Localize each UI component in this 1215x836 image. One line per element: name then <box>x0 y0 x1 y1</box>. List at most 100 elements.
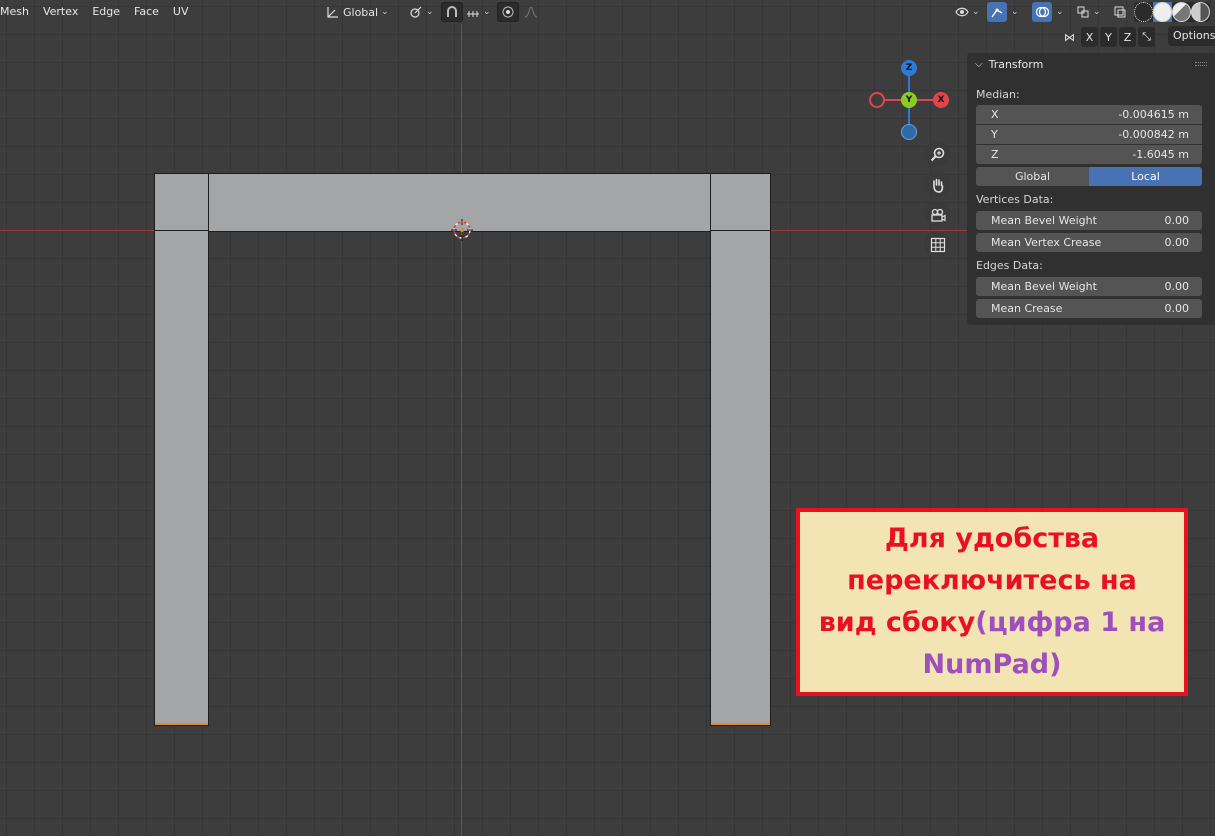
gizmo-neg-z-handle[interactable] <box>901 124 917 140</box>
proportional-falloff-dropdown[interactable] <box>521 2 541 22</box>
snap-target-dropdown[interactable]: ⌄ <box>463 2 494 22</box>
drag-grip-icon[interactable] <box>1195 62 1207 66</box>
median-y-field[interactable]: Y -0.000842 m <box>976 125 1202 144</box>
gizmo-icon <box>990 5 1004 19</box>
mean-crease-field[interactable]: Mean Crease 0.00 <box>976 299 1202 318</box>
annotation-text: Для удобства переключитесь на вид сбоку(… <box>819 518 1166 686</box>
snap-toggle[interactable] <box>441 2 463 22</box>
chevron-down-icon: ⌄ <box>1093 7 1101 17</box>
space-local-button[interactable]: Local <box>1089 167 1202 186</box>
median-x-field[interactable]: X -0.004615 m <box>976 105 1202 124</box>
median-label: Median: <box>976 88 1020 101</box>
xray-toggle[interactable] <box>1110 2 1130 22</box>
options-dropdown[interactable]: Options <box>1168 26 1215 46</box>
mesh-edit-overlays-dropdown[interactable]: ⌄ <box>1073 2 1104 22</box>
mean-crease-value: 0.00 <box>1164 302 1190 315</box>
menu-edge[interactable]: Edge <box>85 1 127 23</box>
pivot-point-dropdown[interactable]: ⌄ <box>406 2 437 22</box>
mesh-select-icon <box>1076 5 1090 19</box>
chevron-down-icon: ⌄ <box>1011 7 1019 17</box>
annotation-line-4: NumPad) <box>922 649 1062 680</box>
gizmo-neg-x-handle[interactable] <box>869 92 885 108</box>
median-y-value: -0.000842 m <box>1118 128 1189 141</box>
median-x-value: -0.004615 m <box>1118 108 1189 121</box>
median-y-label: Y <box>991 128 998 141</box>
transform-panel-header[interactable]: ⌵ Transform <box>975 58 1043 71</box>
gizmo-x-handle[interactable]: X <box>933 92 949 108</box>
mirror-z-button[interactable]: Z <box>1119 27 1136 47</box>
visibility-dropdown[interactable]: ⌄ <box>952 2 983 22</box>
mirror-axis-row: ⋈ X Y Z ⤡ <box>1060 26 1155 48</box>
zoom-icon <box>930 147 945 162</box>
shading-mode-group <box>1134 2 1210 22</box>
selected-edge-left <box>155 723 208 725</box>
gizmo-dropdown[interactable]: ⌄ <box>1008 2 1022 22</box>
menu-face[interactable]: Face <box>127 1 166 23</box>
xray-icon <box>1113 5 1127 19</box>
transform-title: Transform <box>988 58 1044 71</box>
mirror-butterfly-icon: ⋈ <box>1064 30 1075 44</box>
space-global-button[interactable]: Global <box>976 167 1089 186</box>
menu-vertex[interactable]: Vertex <box>36 1 85 23</box>
material-icon <box>1172 2 1191 22</box>
transform-orientation-dropdown[interactable]: Global ⌄ <box>323 2 392 22</box>
mean-vertex-crease-value: 0.00 <box>1164 236 1190 249</box>
mirror-topology-icon[interactable]: ⤡ <box>1138 27 1155 47</box>
chevron-down-icon: ⌄ <box>381 7 389 17</box>
camera-icon <box>930 207 946 222</box>
wireframe-icon <box>1134 2 1153 22</box>
chevron-down-icon: ⌵ <box>975 59 983 70</box>
space-toggle: Global Local <box>976 167 1202 186</box>
hand-icon <box>930 177 944 193</box>
annotation-callout: Для удобства переключитесь на вид сбоку(… <box>796 508 1188 696</box>
3d-cursor-icon[interactable] <box>451 219 473 241</box>
overlays-icon <box>1035 5 1050 19</box>
mean-bevel-weight-edge-field[interactable]: Mean Bevel Weight 0.00 <box>976 277 1202 296</box>
shading-solid[interactable] <box>1153 2 1172 22</box>
annotation-line-3-hint: (цифра 1 на <box>975 607 1166 638</box>
mean-crease-label: Mean Crease <box>991 302 1063 315</box>
mean-bevel-weight-vertex-value: 0.00 <box>1164 214 1190 227</box>
mean-bevel-weight-vertex-field[interactable]: Mean Bevel Weight 0.00 <box>976 211 1202 230</box>
navigation-gizmo[interactable]: Z Y X <box>866 58 952 144</box>
gizmo-toggle[interactable] <box>987 2 1007 22</box>
menu-mesh[interactable]: Mesh <box>0 1 36 23</box>
mean-vertex-crease-label: Mean Vertex Crease <box>991 236 1102 249</box>
mesh-edge-right <box>710 174 711 231</box>
gizmo-y-handle[interactable]: Y <box>901 92 917 108</box>
chevron-down-icon: ⌄ <box>426 7 434 17</box>
chevron-down-icon: ⌄ <box>972 7 980 17</box>
editor-menu: Mesh Vertex Edge Face UV <box>0 0 195 24</box>
transform-panel: ⌵ Transform Median: X -0.004615 m Y -0.0… <box>967 53 1215 325</box>
overlays-toggle[interactable] <box>1032 2 1052 22</box>
shading-rendered[interactable] <box>1191 2 1210 22</box>
grid-icon <box>930 237 946 253</box>
overlays-dropdown[interactable]: ⌄ <box>1053 2 1067 22</box>
gizmo-z-handle[interactable]: Z <box>901 60 917 76</box>
shading-wireframe[interactable] <box>1134 2 1153 22</box>
median-x-label: X <box>991 108 999 121</box>
mean-bevel-weight-vertex-label: Mean Bevel Weight <box>991 214 1097 227</box>
menu-uv[interactable]: UV <box>166 1 196 23</box>
median-z-value: -1.6045 m <box>1132 148 1189 161</box>
camera-view-button[interactable] <box>924 201 950 227</box>
mesh-right-leg[interactable] <box>710 230 771 726</box>
median-z-field[interactable]: Z -1.6045 m <box>976 145 1202 164</box>
annotation-line-2: переключитесь на <box>847 565 1137 596</box>
selected-edge-right <box>711 723 770 725</box>
zoom-button[interactable] <box>924 141 950 167</box>
mean-vertex-crease-field[interactable]: Mean Vertex Crease 0.00 <box>976 233 1202 252</box>
mirror-x-button[interactable]: X <box>1081 27 1098 47</box>
shading-material[interactable] <box>1172 2 1191 22</box>
pan-button[interactable] <box>924 171 950 197</box>
chevron-down-icon: ⌄ <box>1056 7 1064 17</box>
perspective-toggle-button[interactable] <box>924 231 950 257</box>
edges-data-label: Edges Data: <box>976 259 1043 272</box>
mirror-y-button[interactable]: Y <box>1100 27 1117 47</box>
solid-icon <box>1153 2 1172 22</box>
annotation-line-1: Для удобства <box>884 523 1100 554</box>
proportional-editing-toggle[interactable] <box>497 2 519 22</box>
orientation-label: Global <box>343 5 379 19</box>
mean-bevel-weight-edge-label: Mean Bevel Weight <box>991 280 1097 293</box>
mesh-left-leg[interactable] <box>154 230 209 726</box>
